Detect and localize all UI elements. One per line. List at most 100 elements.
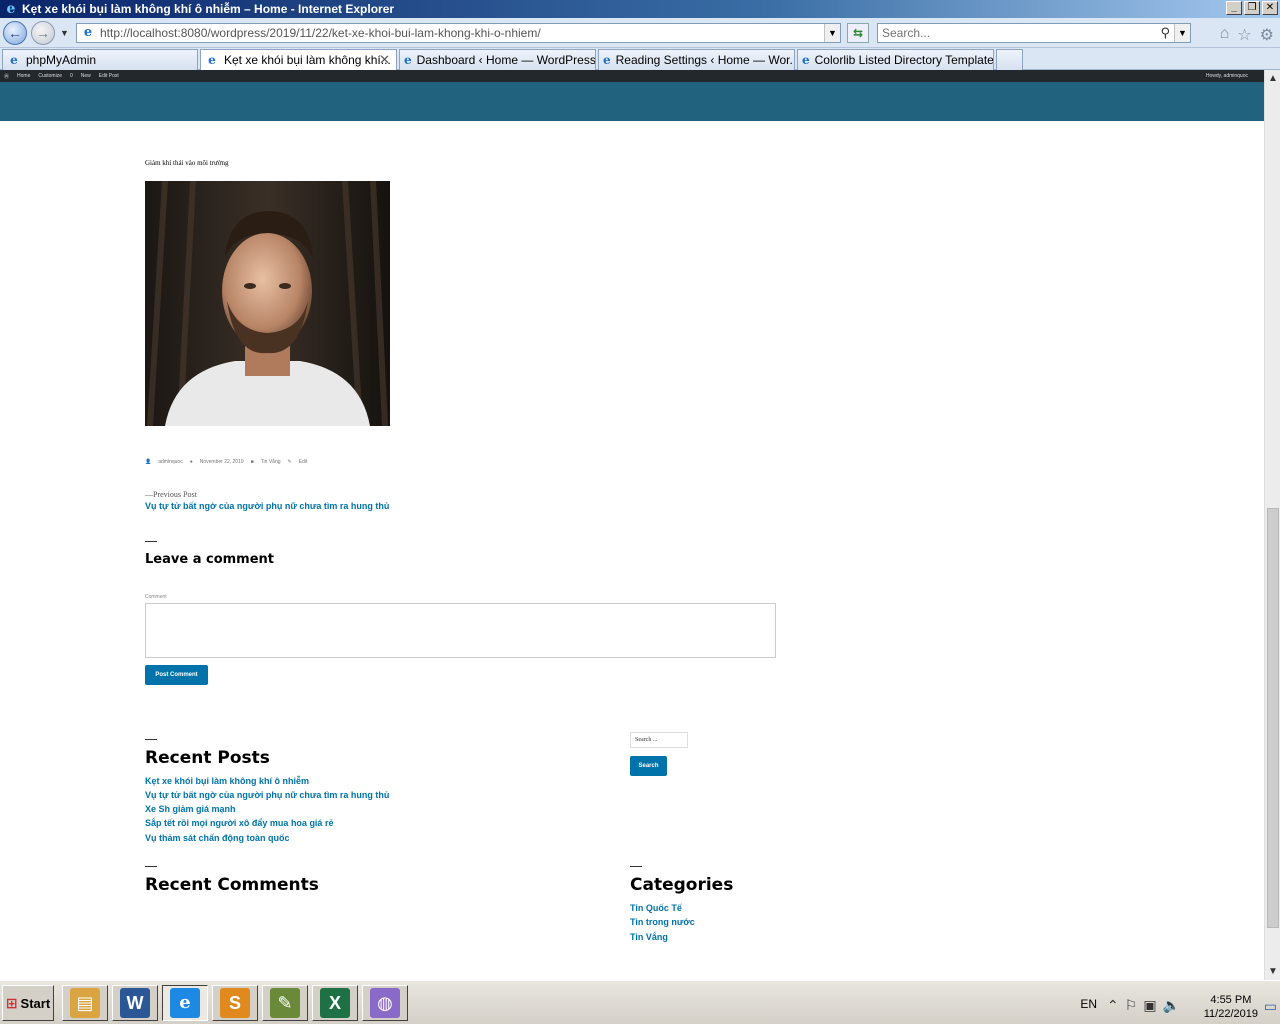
action-center-flag-icon[interactable]: ⚐ — [1125, 997, 1138, 1014]
taskbar-sublime-text[interactable]: S — [212, 985, 258, 1021]
recent-post-link[interactable]: Vụ thảm sát chấn động toàn quốc — [145, 833, 290, 843]
featured-image — [145, 181, 390, 426]
admin-bar-customize[interactable]: Customize — [38, 73, 62, 79]
recent-post-link[interactable]: Xe Sh giảm giá mạnh — [145, 804, 236, 814]
ie-logo-icon: e — [6, 1, 16, 17]
start-label: Start — [20, 995, 51, 1011]
tab-label: phpMyAdmin — [26, 53, 97, 67]
paint-icon: ◍ — [370, 988, 400, 1018]
sublime-text-icon: S — [220, 988, 250, 1018]
widget-search-button[interactable]: Search — [630, 756, 667, 776]
folder-icon: ■ — [250, 459, 254, 465]
internet-explorer-icon: e — [170, 988, 200, 1018]
tab-label: Kẹt xe khói bụi làm không khí... — [224, 53, 391, 67]
close-tab-icon[interactable]: ✕ — [379, 52, 390, 68]
taskbar-paint[interactable]: ◍ — [362, 985, 408, 1021]
taskbar-excel[interactable]: X — [312, 985, 358, 1021]
ie-page-icon: e — [404, 53, 412, 67]
search-dropdown-icon[interactable]: ▼ — [1174, 24, 1190, 42]
admin-bar-edit-post[interactable]: Edit Post — [99, 73, 119, 79]
pencil-icon: ✎ — [287, 459, 292, 465]
author-icon: 👤 — [145, 459, 152, 465]
admin-bar-greeting[interactable]: Howdy, adminquoc — [1206, 73, 1248, 79]
taskbar: ⊞ Start ▤ W e S ✎ X ◍ EN ⌃ ⚐ ▣ 🔈 4:55 PM… — [0, 980, 1280, 1024]
volume-icon[interactable]: 🔈 — [1163, 997, 1180, 1014]
ie-page-icon: e — [10, 53, 18, 67]
word-icon: W — [120, 988, 150, 1018]
back-button[interactable]: ← — [3, 21, 27, 45]
recent-post-link[interactable]: Kẹt xe khói bụi làm không khí ô nhiễm — [145, 776, 309, 786]
restore-button[interactable]: ❐ — [1244, 1, 1260, 15]
wp-logo-icon[interactable]: Ⓦ — [4, 73, 9, 80]
tab-dashboard[interactable]: e Dashboard ‹ Home — WordPress — [399, 49, 596, 70]
clock-date: 11/22/2019 — [1203, 1008, 1258, 1020]
category-link[interactable]: Tin Vắng — [630, 932, 668, 942]
address-field[interactable]: e http://localhost:8080/wordpress/2019/1… — [76, 23, 841, 43]
post-date[interactable]: November 22, 2019 — [200, 459, 244, 465]
post-category[interactable]: Tin Vắng — [261, 459, 281, 465]
toolbar-icons: ⌂ ☆ ⚙ — [1220, 25, 1274, 45]
tab-colorlib[interactable]: e Colorlib Listed Directory Template — [797, 49, 994, 70]
widget-search-input[interactable]: Search ... — [630, 732, 688, 748]
admin-bar-home[interactable]: Home — [17, 73, 30, 79]
scroll-up-icon[interactable]: ▲ — [1265, 70, 1280, 87]
network-icon[interactable]: ▣ — [1143, 997, 1156, 1014]
system-tray: EN ⌃ ⚐ ▣ 🔈 4:55 PM 11/22/2019 ▭ — [1080, 985, 1280, 1021]
search-icon[interactable]: ⚲ — [1160, 25, 1170, 41]
post-meta: 👤 adminquoc ● November 22, 2019 ■ Tin Vắ… — [145, 459, 307, 465]
divider — [145, 739, 157, 740]
post-comment-button[interactable]: Post Comment — [145, 665, 208, 685]
close-button[interactable]: ✕ — [1262, 1, 1278, 15]
notepad-icon: ✎ — [270, 988, 300, 1018]
tab-label: Colorlib Listed Directory Template — [814, 53, 994, 67]
recent-posts-heading: Recent Posts — [145, 748, 270, 768]
search-field[interactable]: ⚲ ▼ — [877, 23, 1191, 43]
scroll-thumb[interactable] — [1267, 508, 1279, 928]
ie-page-icon: e — [603, 53, 611, 67]
compat-refresh-button[interactable]: ⇆ — [847, 23, 869, 43]
recent-post-link[interactable]: Sắp tết rồi mọi người xô đẩy mua hoa giá… — [145, 818, 333, 828]
clock-icon: ● — [189, 459, 193, 465]
excel-icon: X — [320, 988, 350, 1018]
comment-label: Comment — [145, 594, 167, 600]
category-link[interactable]: Tin Quốc Tế — [630, 903, 682, 913]
tab-strip: e phpMyAdmin e Kẹt xe khói bụi làm không… — [0, 48, 1280, 70]
page-icon: e — [83, 25, 93, 40]
language-indicator[interactable]: EN — [1080, 997, 1097, 1011]
ie-page-icon: e — [208, 53, 216, 67]
taskbar-internet-explorer[interactable]: e — [162, 985, 208, 1021]
search-input[interactable] — [878, 26, 1148, 40]
address-bar-row: ← → ▼ e http://localhost:8080/wordpress/… — [0, 18, 1280, 48]
vertical-scrollbar[interactable]: ▲ ▼ — [1264, 70, 1280, 980]
comment-textarea[interactable] — [145, 603, 776, 658]
show-desktop-icon[interactable]: ▭ — [1264, 998, 1277, 1015]
history-dropdown-icon[interactable]: ▼ — [60, 28, 69, 38]
post-edit-link[interactable]: Edit — [299, 459, 308, 465]
favorites-star-icon[interactable]: ☆ — [1237, 25, 1251, 45]
admin-bar-new[interactable]: New — [81, 73, 91, 79]
tab-label: Reading Settings ‹ Home — Wor... — [615, 53, 795, 67]
tab-reading-settings[interactable]: e Reading Settings ‹ Home — Wor... — [598, 49, 795, 70]
gear-icon[interactable]: ⚙ — [1260, 25, 1274, 45]
tab-phpmyadmin[interactable]: e phpMyAdmin — [2, 49, 198, 70]
address-dropdown-icon[interactable]: ▼ — [824, 24, 840, 42]
tab-current-post[interactable]: e Kẹt xe khói bụi làm không khí... ✕ — [200, 49, 397, 70]
forward-button[interactable]: → — [31, 21, 55, 45]
taskbar-file-explorer[interactable]: ▤ — [62, 985, 108, 1021]
system-clock[interactable]: 4:55 PM 11/22/2019 — [1204, 993, 1258, 1021]
new-tab-button[interactable] — [996, 49, 1023, 70]
start-button[interactable]: ⊞ Start — [2, 985, 54, 1021]
show-hidden-icons-icon[interactable]: ⌃ — [1107, 997, 1119, 1014]
recent-post-link[interactable]: Vụ tự tử bất ngờ của người phụ nữ chưa t… — [145, 790, 389, 800]
admin-bar-comments[interactable]: 0 — [70, 73, 73, 79]
taskbar-notepad[interactable]: ✎ — [262, 985, 308, 1021]
category-link[interactable]: Tin trong nước — [630, 917, 695, 927]
post-author[interactable]: adminquoc — [158, 459, 182, 465]
taskbar-word[interactable]: W — [112, 985, 158, 1021]
minimize-button[interactable]: _ — [1226, 1, 1242, 15]
home-icon[interactable]: ⌂ — [1220, 25, 1230, 45]
site-header — [0, 82, 1264, 121]
url-text[interactable]: http://localhost:8080/wordpress/2019/11/… — [100, 26, 541, 40]
previous-post-link[interactable]: Vụ tự tử bất ngờ của người phụ nữ chưa t… — [145, 501, 389, 511]
scroll-down-icon[interactable]: ▼ — [1265, 963, 1280, 980]
